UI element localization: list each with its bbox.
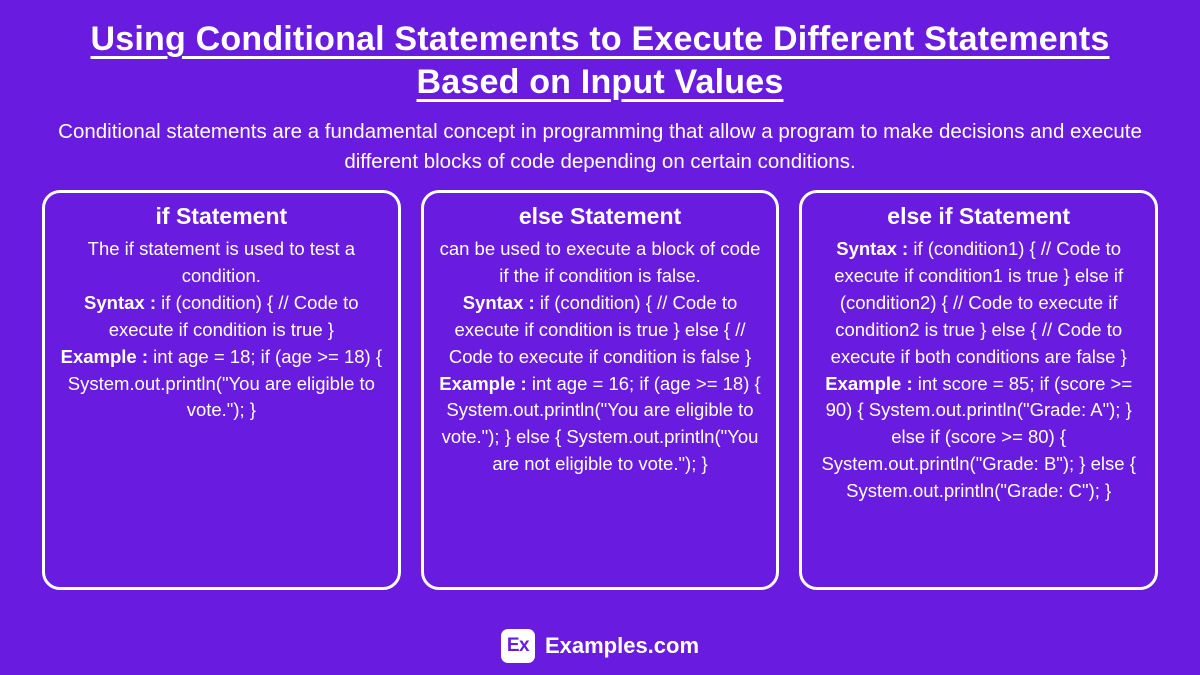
syntax-label: Syntax :	[836, 238, 908, 259]
card-else-desc: can be used to execute a block of code i…	[440, 238, 761, 286]
logo-icon: Ex	[501, 629, 535, 663]
card-elseif: else if Statement Syntax : if (condition…	[799, 190, 1158, 590]
example-label: Example :	[825, 373, 912, 394]
card-if-body: The if statement is used to test a condi…	[53, 236, 390, 424]
card-if: if Statement The if statement is used to…	[42, 190, 401, 590]
card-if-title: if Statement	[53, 203, 390, 230]
card-else-body: can be used to execute a block of code i…	[432, 236, 769, 477]
card-else-title: else Statement	[432, 203, 769, 230]
cards-row: if Statement The if statement is used to…	[0, 190, 1200, 590]
card-else: else Statement can be used to execute a …	[421, 190, 780, 590]
syntax-label: Syntax :	[84, 292, 156, 313]
card-elseif-title: else if Statement	[810, 203, 1147, 230]
example-label: Example :	[61, 346, 148, 367]
example-label: Example :	[439, 373, 526, 394]
footer-brand: Examples.com	[545, 633, 699, 659]
intro-paragraph: Conditional statements are a fundamental…	[0, 109, 1200, 190]
card-if-desc: The if statement is used to test a condi…	[88, 238, 355, 286]
syntax-label: Syntax :	[463, 292, 535, 313]
card-elseif-body: Syntax : if (condition1) { // Code to ex…	[810, 236, 1147, 504]
page-title: Using Conditional Statements to Execute …	[0, 0, 1200, 109]
footer: Ex Examples.com	[0, 629, 1200, 663]
